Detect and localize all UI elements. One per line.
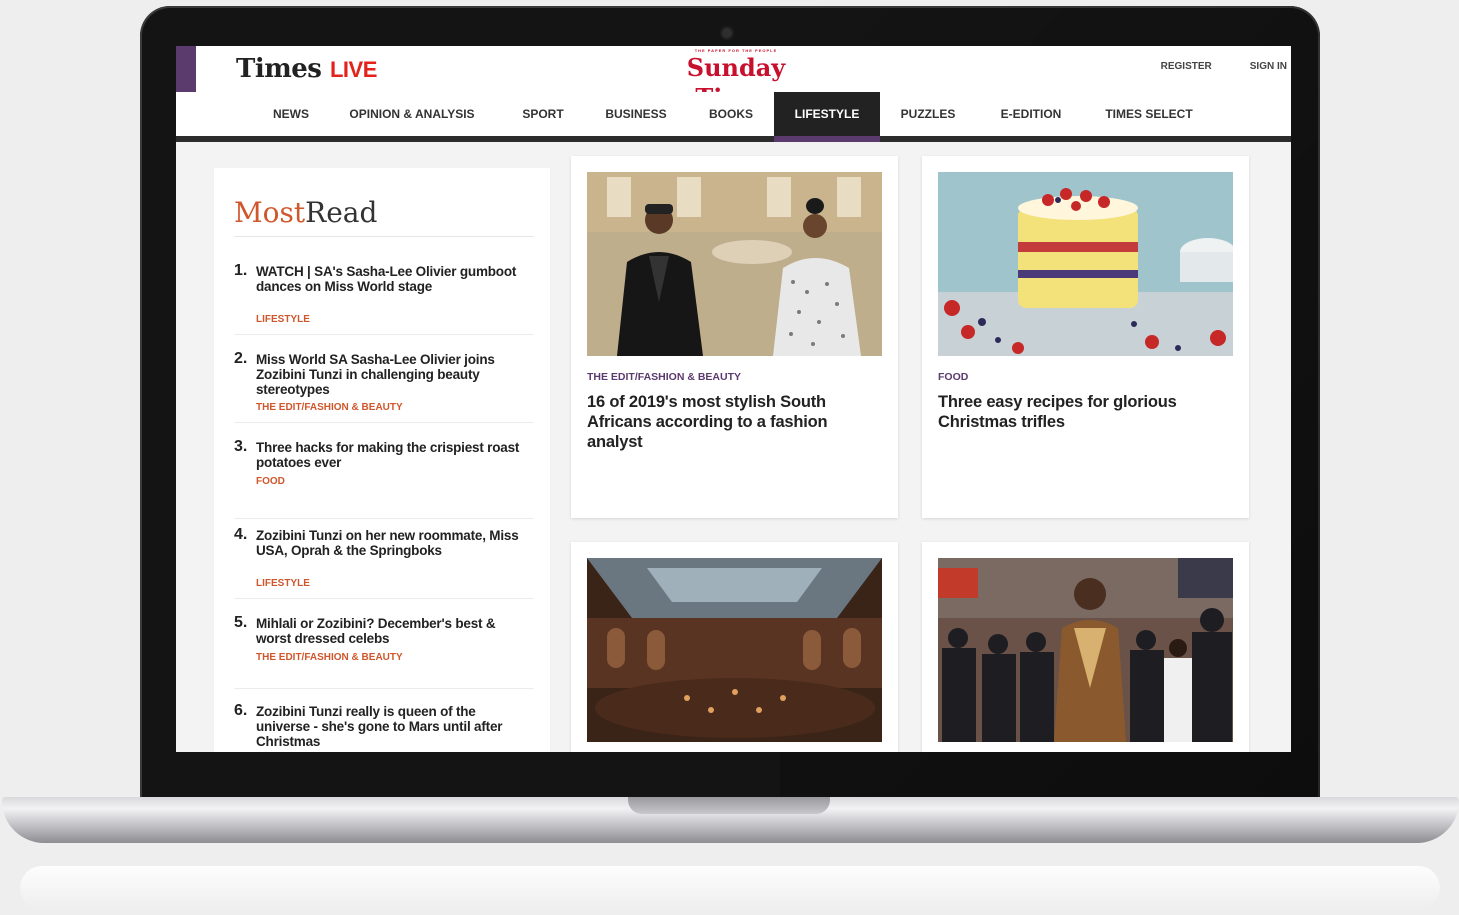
article-section[interactable]: FOOD: [938, 371, 968, 383]
nav-opinion-analysis[interactable]: OPINION & ANALYSIS: [338, 92, 486, 136]
most-read-separator: [234, 422, 534, 423]
most-read-headline[interactable]: Mihlali or Zozibini? December's best & w…: [256, 616, 532, 646]
most-read-separator: [234, 334, 534, 335]
register-link[interactable]: REGISTER: [1161, 61, 1212, 72]
timeslive-logo-live: LIVE: [329, 57, 377, 82]
signin-link[interactable]: SIGN IN: [1250, 61, 1287, 72]
webcam-icon: [722, 28, 732, 38]
timeslive-logo[interactable]: Times LIVE: [236, 54, 377, 84]
nav-puzzles[interactable]: PUZZLES: [890, 92, 966, 136]
most-read-title: MostRead: [234, 196, 377, 229]
most-read-separator: [234, 688, 534, 689]
nav-business[interactable]: BUSINESS: [594, 92, 678, 136]
most-read-title-read: Read: [305, 196, 378, 229]
most-read-section[interactable]: FOOD: [256, 476, 285, 487]
most-read-panel: MostRead 1. WATCH | SA's Sasha-Lee Olivi…: [214, 168, 550, 752]
most-read-rank: 2.: [234, 350, 248, 367]
article-headline[interactable]: Three easy recipes for glorious Christma…: [938, 392, 1228, 432]
most-read-section[interactable]: THE EDIT/FASHION & BEAUTY: [256, 652, 403, 663]
most-read-rank: 4.: [234, 526, 248, 543]
nav-e-edition[interactable]: E-EDITION: [986, 92, 1076, 136]
timeslive-logo-main: Times: [236, 54, 322, 84]
article-image-trifle[interactable]: [938, 172, 1233, 356]
most-read-separator: [234, 598, 534, 599]
most-read-section[interactable]: LIFESTYLE: [256, 314, 310, 325]
most-read-rank: 1.: [234, 262, 248, 279]
article-image-fashion-couple[interactable]: [587, 172, 882, 356]
most-read-divider: [234, 236, 534, 237]
nav-news[interactable]: NEWS: [262, 92, 320, 136]
nav-times-select[interactable]: TIMES SELECT: [1094, 92, 1204, 136]
most-read-rank: 3.: [234, 438, 248, 455]
article-card[interactable]: FOOD Three easy recipes for glorious Chr…: [922, 156, 1249, 518]
most-read-section[interactable]: LIFESTYLE: [256, 578, 310, 589]
article-image-banquet-hall[interactable]: [587, 558, 882, 742]
article-section[interactable]: THE EDIT/FASHION & BEAUTY: [587, 371, 741, 383]
most-read-headline[interactable]: WATCH | SA's Sasha-Lee Olivier gumboot d…: [256, 264, 532, 294]
account-links: REGISTER SIGN IN: [1161, 61, 1287, 72]
most-read-rank: 5.: [234, 614, 248, 631]
laptop-notch: [628, 797, 830, 814]
laptop-screen: Times LIVE THE PAPER FOR THE PEOPLE Sund…: [176, 46, 1291, 752]
most-read-title-most: Most: [234, 196, 306, 229]
article-card[interactable]: THE EDIT/FASHION & BEAUTY 16 of 2019's m…: [571, 156, 898, 518]
most-read-separator: [234, 518, 534, 519]
main-nav: NEWS OPINION & ANALYSIS SPORT BUSINESS B…: [176, 92, 1291, 142]
article-headline[interactable]: 16 of 2019's most stylish South Africans…: [587, 392, 877, 452]
most-read-headline[interactable]: Three hacks for making the crispiest roa…: [256, 440, 532, 470]
most-read-headline[interactable]: Zozibini Tunzi really is queen of the un…: [256, 704, 532, 749]
nav-lifestyle[interactable]: LIFESTYLE: [774, 92, 880, 142]
nav-sport[interactable]: SPORT: [510, 92, 576, 136]
most-read-rank: 6.: [234, 702, 248, 719]
brand-edge: [176, 46, 196, 92]
most-read-headline[interactable]: Miss World SA Sasha-Lee Olivier joins Zo…: [256, 352, 532, 397]
floor-reflection: [20, 866, 1440, 910]
most-read-headline[interactable]: Zozibini Tunzi on her new roommate, Miss…: [256, 528, 532, 558]
article-image-crowd[interactable]: [938, 558, 1233, 742]
nav-books[interactable]: BOOKS: [696, 92, 766, 136]
most-read-section[interactable]: THE EDIT/FASHION & BEAUTY: [256, 402, 403, 413]
site-header: Times LIVE THE PAPER FOR THE PEOPLE Sund…: [176, 46, 1291, 112]
article-card[interactable]: [571, 542, 898, 752]
article-card[interactable]: [922, 542, 1249, 752]
